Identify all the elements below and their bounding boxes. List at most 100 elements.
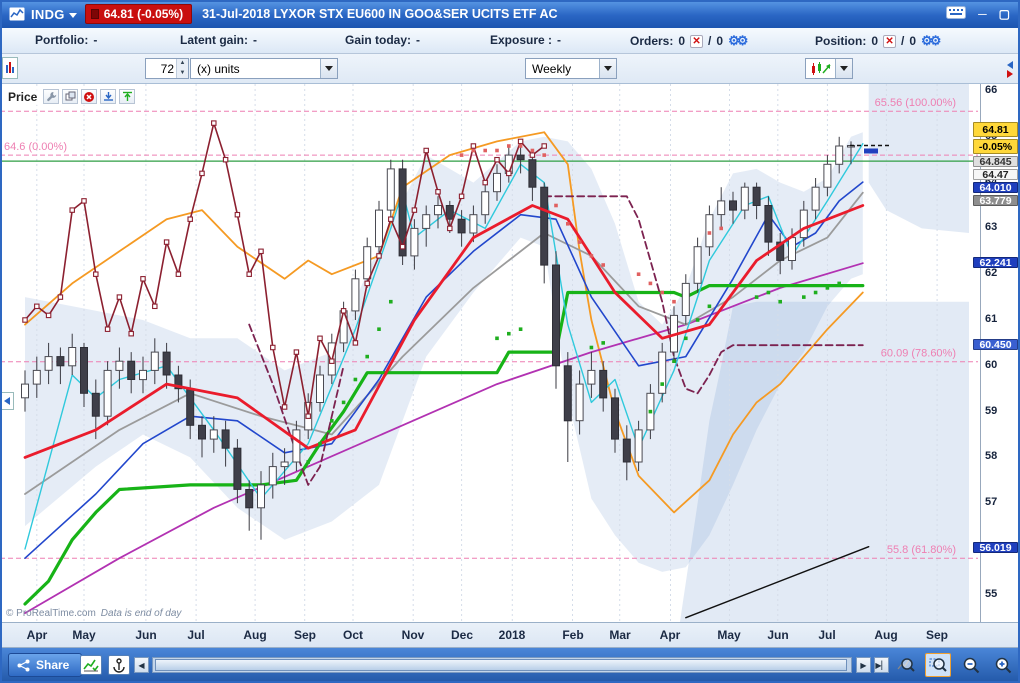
zoom-fit-button[interactable]	[893, 653, 919, 677]
scroll-right-button[interactable]: ▶	[856, 657, 871, 673]
price-box: 64.47	[973, 169, 1018, 180]
move-pane-down-icon[interactable]	[100, 89, 117, 104]
units-select-arrow[interactable]	[320, 59, 337, 78]
zoom-box-button[interactable]	[925, 653, 951, 677]
position-settings-icon[interactable]: ⚙⚙	[921, 33, 941, 49]
fib-level-label: 55.8 (61.80%)	[887, 544, 956, 556]
price-pane-toolbar: Price	[6, 88, 138, 105]
x-axis-month-label: Oct	[342, 628, 363, 642]
scroll-left-button[interactable]: ◀	[134, 657, 149, 673]
step-down-icon[interactable]: ▼	[177, 68, 188, 78]
symbol-name[interactable]: INDG	[31, 7, 65, 22]
chart-type-button[interactable]	[805, 58, 853, 79]
price-axis-value-boxes: 64.81 -0.05% 64.845 64.47 64.010 63.779 62.241…	[973, 84, 1020, 622]
maximize-icon[interactable]: ▢	[999, 7, 1010, 21]
left-panel-icon[interactable]	[2, 57, 18, 79]
x-axis-month-label: Jul	[187, 628, 205, 642]
price-box: 64.845	[973, 156, 1018, 167]
step-up-icon[interactable]: ▲	[177, 59, 188, 69]
scrollbar-thumb[interactable]	[155, 659, 847, 671]
duplicate-pane-icon[interactable]	[62, 89, 79, 104]
portfolio-label: Portfolio:	[35, 33, 89, 47]
price-box: 60.450	[973, 339, 1018, 350]
zoom-in-button[interactable]	[990, 653, 1016, 677]
chart-window-icon	[8, 6, 26, 22]
wrench-settings-icon[interactable]	[43, 89, 60, 104]
periods-input[interactable]	[146, 59, 176, 78]
position-count: 0	[871, 34, 879, 48]
quote-text: 64.81 (-0.05%)	[103, 7, 184, 21]
x-axis-month-label: 2018	[498, 628, 526, 642]
zoom-out-button[interactable]	[958, 653, 984, 677]
position-field: Position: 0 ✕ / 0 ⚙⚙	[815, 33, 941, 49]
latent-gain-label: Latent gain:	[180, 33, 248, 47]
units-select[interactable]: (x) units	[190, 58, 338, 79]
x-axis-month-label: Dec	[450, 628, 473, 642]
timeframe-select-value: Weekly	[532, 61, 572, 76]
periods-stepper[interactable]: ▲ ▼	[176, 59, 188, 78]
fib-level-label: 65.56 (100.00%)	[875, 97, 956, 109]
close-pane-icon[interactable]	[81, 89, 98, 104]
scroll-to-end-button[interactable]: ▶▏	[874, 657, 889, 673]
keyboard-icon[interactable]	[946, 6, 967, 22]
orders-settings-icon[interactable]: ⚙⚙	[728, 33, 748, 49]
chart-type-arrow[interactable]	[835, 59, 852, 78]
candlestick-chart[interactable]: 65.56 (100.00%) 64.6 (0.00%) 60.09 (78.60%…	[0, 84, 980, 622]
orders-field: Orders: 0 ✕ / 0 ⚙⚙	[630, 33, 748, 49]
orders-count-2: 0	[716, 34, 724, 48]
x-axis-month-label: Jun	[135, 628, 157, 642]
x-axis-month-label: Apr	[659, 628, 681, 642]
share-button[interactable]: Share	[8, 653, 83, 677]
share-label: Share	[36, 658, 70, 672]
pane-title: Price	[8, 89, 38, 104]
horizontal-scrollbar[interactable]	[152, 657, 852, 673]
position-count-2: 0	[909, 34, 917, 48]
periods-field: ▲▼	[145, 58, 189, 79]
quote-icon	[90, 9, 99, 19]
fib-level-label: 60.09 (78.60%)	[881, 348, 956, 360]
time-axis[interactable]: Apr May Jun Jul Aug Sep Oct Nov Dec 2018 Feb Mar Apr…	[0, 622, 1020, 648]
gain-today-label: Gain today:	[345, 33, 412, 47]
account-info-bar: Portfolio: - Latent gain: - Gain today: …	[0, 28, 1020, 54]
portfolio-field: Portfolio: -	[35, 33, 97, 47]
arrow-right-icon	[1007, 69, 1013, 78]
price-chart-panel[interactable]: 65.56 (100.00%) 64.6 (0.00%) 60.09 (78.60%…	[0, 84, 1020, 622]
x-axis-month-label: May	[72, 628, 96, 642]
close-position-icon[interactable]: ✕	[883, 34, 897, 48]
x-axis-month-label: Aug	[874, 628, 898, 642]
x-axis-month-label: Feb	[562, 628, 584, 642]
collapsed-panel-handle-icon[interactable]	[0, 392, 14, 410]
backtest-icon[interactable]	[80, 655, 102, 675]
timeframe-select-arrow[interactable]	[599, 59, 616, 78]
minimize-icon[interactable]: ─	[978, 7, 987, 21]
timeframe-select[interactable]: Weekly	[525, 58, 617, 79]
candlestick-style-icon	[806, 59, 835, 78]
price-box: 56.019	[973, 542, 1018, 553]
x-axis-month-label: May	[717, 628, 741, 642]
symbol-dropdown-icon[interactable]	[68, 12, 77, 18]
price-box: 64.010	[973, 182, 1018, 193]
orders-label: Orders:	[630, 34, 674, 48]
chevron-down-icon	[840, 66, 848, 71]
title-bar: INDG 64.81 (-0.05%) 31-Jul-2018 LYXOR ST…	[0, 0, 1020, 28]
exposure-label: Exposure :	[490, 33, 553, 47]
cancel-orders-icon[interactable]: ✕	[690, 34, 704, 48]
sidebar-toggle-icon[interactable]	[1002, 58, 1018, 80]
price-box: -0.05%	[973, 139, 1018, 154]
latent-gain-field: Latent gain: -	[180, 33, 257, 47]
chevron-down-icon	[604, 66, 612, 71]
x-axis-month-label: Jul	[818, 628, 836, 642]
position-slash: /	[901, 34, 905, 48]
instrument-title: 31-Jul-2018 LYXOR STX EU600 IN GOO&SER U…	[202, 7, 558, 21]
position-label: Position:	[815, 34, 867, 48]
exposure-field: Exposure : -	[490, 33, 561, 47]
x-axis-month-label: Sep	[925, 628, 948, 642]
gain-today-value: -	[416, 33, 421, 47]
price-change-badge: 64.81 (-0.05%)	[84, 4, 193, 24]
drawing-tools-icon[interactable]	[108, 655, 130, 675]
x-axis-month-label: Nov	[401, 628, 425, 642]
fib-level-label: 64.6 (0.00%)	[4, 141, 67, 153]
x-axis-month-label: Sep	[293, 628, 316, 642]
portfolio-value: -	[93, 33, 98, 47]
move-pane-up-icon[interactable]	[119, 89, 136, 104]
